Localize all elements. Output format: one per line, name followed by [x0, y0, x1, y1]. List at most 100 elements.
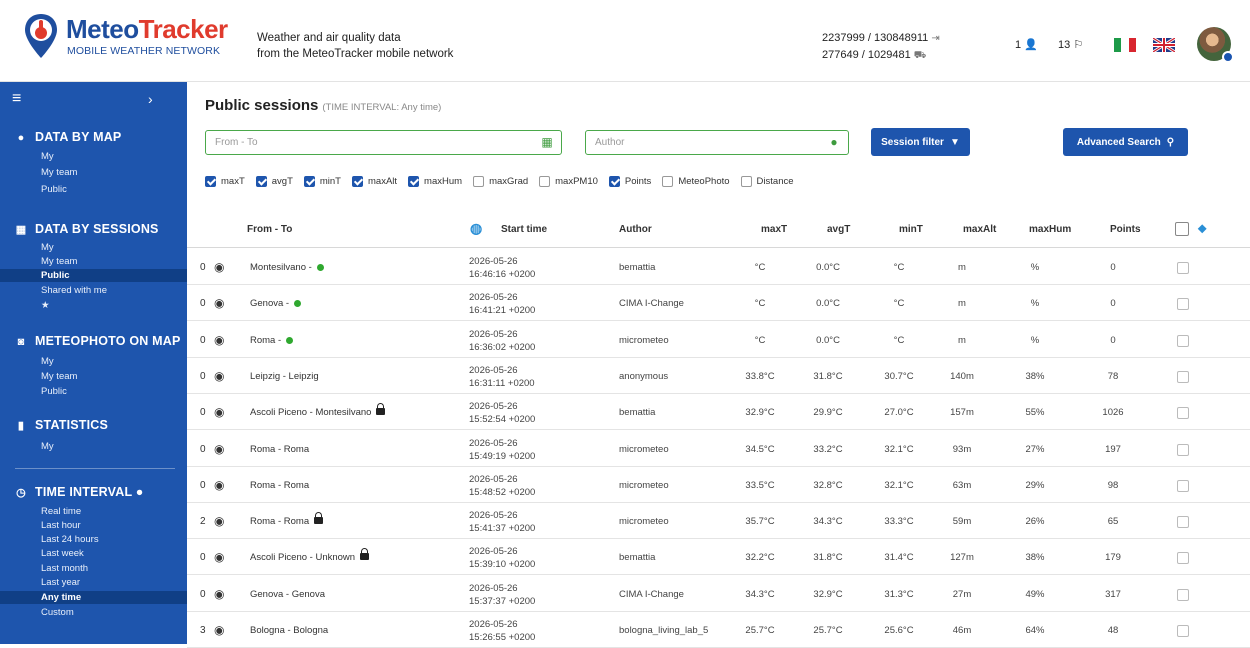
author-cell[interactable]: micrometeo — [619, 480, 669, 491]
select-all-checkbox[interactable] — [1175, 222, 1189, 236]
table-row[interactable]: 0 ◉ Ascoli Piceno - Unknown 2026-05-26 15:39… — [187, 539, 1250, 576]
table-row[interactable]: 0 ◉ Genova - Genova 2026-05-26 15:37:37 +020… — [187, 576, 1250, 612]
row-checkbox[interactable] — [1177, 334, 1189, 347]
checkbox-box[interactable] — [740, 176, 752, 187]
calendar-icon[interactable]: ▦ — [541, 136, 553, 148]
col-maxAlt[interactable]: maxAlt — [963, 224, 996, 235]
author-cell[interactable]: bologna_living_lab_5 — [619, 625, 708, 636]
sidebar-item-sessions-my[interactable]: My — [0, 241, 187, 254]
table-row[interactable]: 0 ◉ Roma - Roma 2026-05-26 15:48:52 +0200 mic… — [187, 467, 1250, 503]
eye-icon[interactable]: ◉ — [214, 550, 224, 564]
col-points[interactable]: Points — [1110, 224, 1141, 235]
eye-icon[interactable]: ◉ — [214, 296, 224, 310]
table-row[interactable]: 0 ◉ Roma - Roma 2026-05-26 15:49:19 +0200 mic… — [187, 431, 1250, 467]
checkbox-maxgrad[interactable]: maxGrad — [473, 176, 528, 187]
session-filter-button[interactable]: Session filter ▼ — [871, 128, 970, 156]
author-cell[interactable]: micrometeo — [619, 444, 669, 455]
col-from-to[interactable]: From - To — [247, 224, 292, 235]
row-checkbox[interactable] — [1177, 479, 1189, 492]
sidebar-item-sessions-team[interactable]: My team — [0, 255, 187, 268]
row-checkbox[interactable] — [1177, 552, 1189, 565]
sidebar-item-last-week[interactable]: Last week — [0, 547, 187, 560]
from-to-cell[interactable]: Ascoli Piceno - Montesilvano — [250, 403, 386, 418]
row-checkbox[interactable] — [1177, 298, 1189, 311]
uk-flag-icon[interactable] — [1153, 38, 1175, 52]
section-data-by-sessions[interactable]: ▦ DATA BY SESSIONS — [15, 222, 159, 236]
col-author[interactable]: Author — [619, 224, 652, 235]
section-statistics[interactable]: ▮ STATISTICS — [15, 418, 108, 432]
row-checkbox[interactable] — [1177, 262, 1189, 274]
row-checkbox[interactable] — [1177, 625, 1189, 637]
sidebar-item-sessions-public[interactable]: Public — [0, 269, 187, 282]
col-minT[interactable]: minT — [899, 224, 923, 235]
sidebar-item-photo-team[interactable]: My team — [0, 370, 187, 383]
hamburger-menu-icon[interactable]: ≡ — [12, 91, 21, 107]
from-to-cell[interactable]: Genova - — [250, 298, 302, 309]
from-to-cell[interactable]: Roma - Roma — [250, 444, 309, 455]
checkbox-maxalt[interactable]: maxAlt — [352, 176, 397, 187]
eye-icon[interactable]: ◉ — [214, 514, 224, 528]
section-data-by-map[interactable]: ● DATA BY MAP — [15, 130, 122, 144]
users-counter[interactable]: 1 👤 — [1015, 38, 1038, 51]
checkbox-points[interactable]: Points — [608, 176, 651, 187]
sidebar-item-any-time[interactable]: Any time — [0, 591, 187, 604]
from-to-cell[interactable]: Roma - Roma — [250, 480, 309, 491]
table-row[interactable]: 0 ◉ Genova - 2026-05-26 16:41:21 +0200 CIMA I… — [187, 285, 1250, 322]
col-avgT[interactable]: avgT — [827, 224, 850, 235]
table-row[interactable]: 0 ◉ Roma - 2026-05-26 16:36:02 +0200 micromet… — [187, 322, 1250, 358]
from-to-cell[interactable]: Bologna - Bologna — [250, 625, 328, 636]
checkbox-box[interactable] — [205, 176, 216, 187]
advanced-search-button[interactable]: Advanced Search ⚲ — [1063, 128, 1188, 156]
author-cell[interactable]: micrometeo — [619, 516, 669, 527]
sidebar-item-last-24-hours[interactable]: Last 24 hours — [0, 533, 187, 546]
table-row[interactable]: 0 ◉ Ascoli Piceno - Montesilvano 2026-05-26… — [187, 394, 1250, 431]
sort-arrows-icon[interactable]: ⬥ — [1198, 221, 1206, 236]
sidebar-item-custom[interactable]: Custom — [0, 606, 187, 619]
sidebar-item-photo-my[interactable]: My — [0, 355, 187, 368]
eye-icon[interactable]: ◉ — [214, 333, 224, 347]
from-to-cell[interactable]: Roma - Roma — [250, 512, 324, 527]
sidebar-item-last-hour[interactable]: Last hour — [0, 519, 187, 532]
author-cell[interactable]: bemattia — [619, 552, 655, 563]
checkbox-mint[interactable]: minT — [303, 176, 341, 187]
from-to-field[interactable]: From - To ▦ — [205, 130, 562, 155]
author-cell[interactable]: CIMA I-Change — [619, 298, 684, 309]
table-row[interactable]: 2 ◉ Roma - Roma 2026-05-26 15:41:37 +0200 mic… — [187, 503, 1250, 540]
checkbox-box[interactable] — [662, 176, 674, 187]
from-to-cell[interactable]: Montesilvano - — [250, 262, 324, 273]
sidebar-item-map-public[interactable]: Public — [0, 183, 187, 196]
sidebar-item-photo-public[interactable]: Public — [0, 385, 187, 398]
table-row[interactable]: 0 ◉ Montesilvano - 2026-05-26 16:46:16 +0200… — [187, 249, 1250, 285]
checkbox-maxpm10[interactable]: maxPM10 — [539, 176, 598, 187]
eye-icon[interactable]: ◉ — [214, 369, 224, 383]
row-checkbox[interactable] — [1177, 407, 1189, 420]
checkbox-meteophoto[interactable]: MeteoPhoto — [662, 176, 730, 187]
author-cell[interactable]: anonymous — [619, 371, 668, 382]
sidebar-item-stats-my[interactable]: My — [0, 440, 187, 453]
from-to-cell[interactable]: Leipzig - Leipzig — [250, 371, 319, 382]
author-cell[interactable]: CIMA I-Change — [619, 589, 684, 600]
checkbox-box[interactable] — [255, 176, 267, 187]
col-maxT[interactable]: maxT — [761, 224, 787, 235]
section-time-interval[interactable]: ◷ TIME INTERVAL ● — [15, 485, 144, 499]
from-to-cell[interactable]: Genova - Genova — [250, 589, 325, 600]
user-icon[interactable]: ● — [828, 136, 840, 148]
author-field[interactable]: Author ● — [585, 130, 849, 155]
checkbox-box[interactable] — [473, 176, 485, 187]
sidebar-item-map-team[interactable]: My team — [0, 166, 187, 179]
row-checkbox[interactable] — [1177, 370, 1189, 383]
row-checkbox[interactable] — [1177, 443, 1189, 456]
checkbox-avgt[interactable]: avgT — [255, 176, 293, 187]
col-start-time[interactable]: Start time — [501, 224, 547, 235]
eye-icon[interactable]: ◉ — [214, 478, 224, 492]
checkbox-maxhum[interactable]: maxHum — [408, 176, 462, 187]
sidebar-item-last-year[interactable]: Last year — [0, 576, 187, 589]
col-maxHum[interactable]: maxHum — [1029, 224, 1071, 235]
globe-icon[interactable]: ◍ — [470, 220, 482, 237]
author-cell[interactable]: bemattia — [619, 262, 655, 273]
sidebar-item-real-time[interactable]: Real time — [0, 505, 187, 518]
sidebar-item-sessions-starred[interactable]: ★ — [0, 299, 187, 312]
chevron-right-icon[interactable]: › — [148, 91, 153, 107]
author-cell[interactable]: micrometeo — [619, 335, 669, 346]
italian-flag-icon[interactable] — [1114, 38, 1136, 52]
